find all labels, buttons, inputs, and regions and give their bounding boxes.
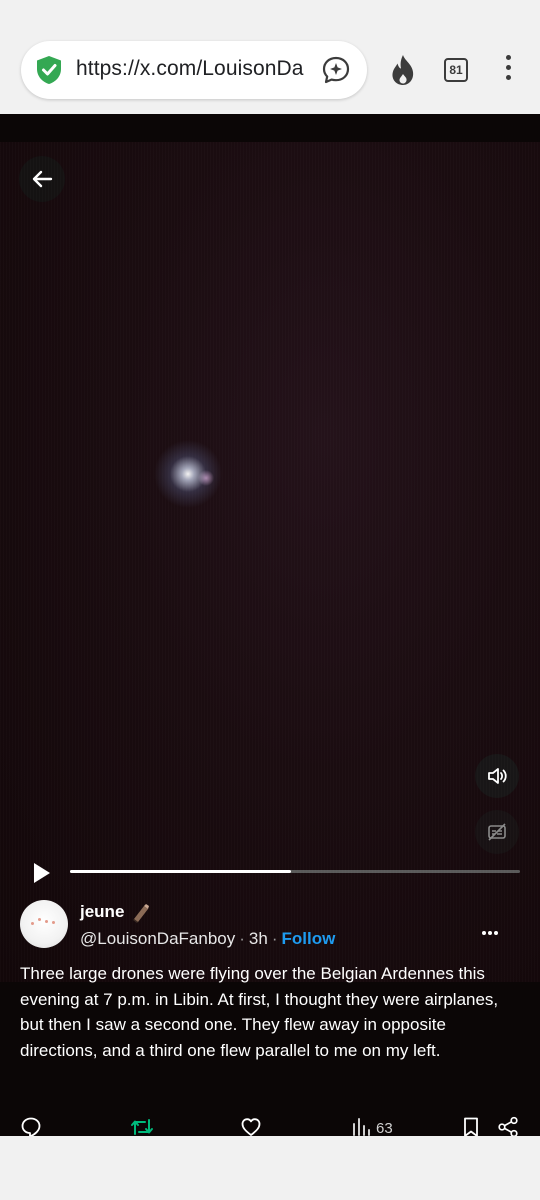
avatar[interactable] <box>20 900 68 948</box>
follow-button[interactable]: Follow <box>282 929 336 948</box>
browser-toolbar: https://x.com/LouisonDa 81 <box>0 0 540 114</box>
media-viewer: jeune @LouisonDaFanboy · 3h · Follow Three l… <box>0 114 540 1136</box>
page-bottom <box>0 1136 540 1200</box>
fire-icon[interactable] <box>389 54 417 86</box>
tab-count-button[interactable]: 81 <box>444 58 468 82</box>
display-name[interactable]: jeune <box>80 902 124 922</box>
shield-check-icon[interactable] <box>35 55 63 85</box>
meta-separator: · <box>271 929 278 948</box>
more-vertical-icon[interactable] <box>498 55 518 85</box>
tweet-text: Three large drones were flying over the … <box>20 964 499 1060</box>
writing-hand-emoji <box>130 900 154 924</box>
share-icon[interactable] <box>497 1116 519 1136</box>
url-text[interactable]: https://x.com/LouisonDa <box>76 57 311 81</box>
play-icon[interactable] <box>28 860 54 886</box>
more-horizontal-icon[interactable] <box>482 922 502 935</box>
video-player[interactable]: jeune @LouisonDaFanboy · 3h · Follow Three l… <box>0 142 540 1136</box>
address-bar[interactable]: https://x.com/LouisonDa <box>21 41 367 99</box>
tweet-meta: @LouisonDaFanboy · 3h · Follow <box>80 929 335 949</box>
repost-icon[interactable] <box>130 1116 154 1136</box>
volume-icon[interactable] <box>475 754 519 798</box>
reply-icon[interactable] <box>20 1116 42 1136</box>
video-progress <box>70 870 291 873</box>
views-count: 63 <box>376 1120 393 1136</box>
video-scrubber[interactable] <box>70 870 520 873</box>
sparkle-chat-icon[interactable] <box>321 55 351 85</box>
heart-icon[interactable] <box>240 1116 262 1136</box>
views-chart-icon[interactable] <box>350 1116 372 1136</box>
arrow-left-icon[interactable] <box>19 156 65 202</box>
timestamp[interactable]: 3h <box>249 929 268 948</box>
captions-off-icon[interactable] <box>475 810 519 854</box>
handle[interactable]: @LouisonDaFanboy <box>80 929 235 948</box>
meta-separator: · <box>239 929 245 948</box>
bookmark-icon[interactable] <box>460 1116 482 1136</box>
